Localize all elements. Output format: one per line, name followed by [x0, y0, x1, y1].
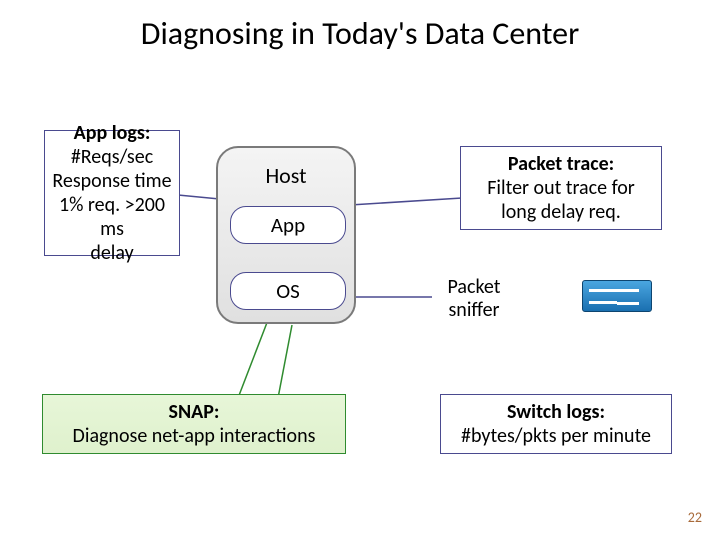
app-box: App	[230, 206, 346, 244]
packet-trace-box: Packet trace: Filter out trace for long …	[460, 146, 662, 230]
app-logs-line3: 1% req. >200 ms	[45, 193, 179, 241]
switch-logs-box: Switch logs: #bytes/pkts per minute	[440, 394, 672, 454]
sniffer-line1: Packet	[432, 276, 516, 299]
host-label: Host	[218, 162, 354, 189]
switch-logs-heading: Switch logs:	[507, 400, 605, 424]
packet-sniffer-label: Packet sniffer	[432, 276, 516, 322]
switch-icon	[582, 280, 652, 312]
snap-line1: Diagnose net-app interactions	[73, 424, 316, 448]
packet-trace-line2: long delay req.	[501, 200, 621, 224]
app-logs-line4: delay	[90, 241, 133, 265]
host-container: Host App OS	[216, 146, 356, 324]
slide-title: Diagnosing in Today's Data Center	[0, 0, 720, 59]
app-logs-heading: App logs:	[74, 121, 151, 145]
snap-box: SNAP: Diagnose net-app interactions	[42, 394, 346, 454]
os-box: OS	[230, 272, 346, 310]
page-number: 22	[688, 509, 702, 526]
app-logs-box: App logs: #Reqs/sec Response time 1% req…	[44, 130, 180, 256]
switch-logs-line1: #bytes/pkts per minute	[461, 424, 651, 448]
packet-trace-line1: Filter out trace for	[487, 176, 635, 200]
snap-heading: SNAP:	[169, 400, 220, 424]
packet-trace-heading: Packet trace:	[508, 152, 614, 176]
app-logs-line2: Response time	[52, 169, 171, 193]
app-logs-line1: #Reqs/sec	[71, 145, 153, 169]
sniffer-line2: sniffer	[432, 299, 516, 322]
connector-lines	[0, 0, 720, 540]
